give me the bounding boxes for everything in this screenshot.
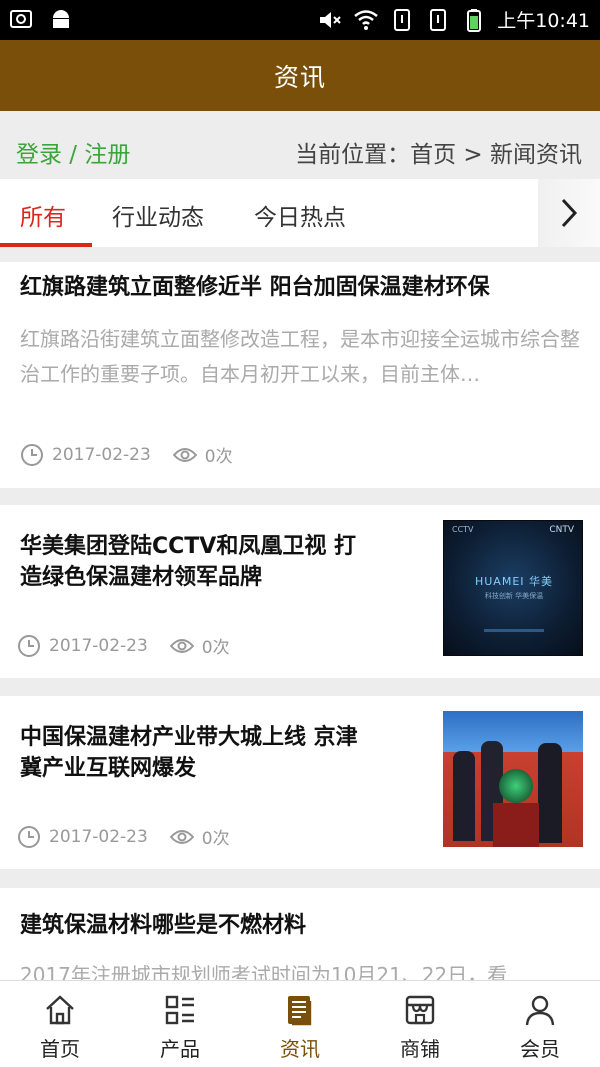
clock: 上午10:41 (497, 10, 590, 32)
active-tab-indicator (0, 243, 92, 247)
article-card[interactable]: 红旗路建筑立面整修近半 阳台加固保温建材环保 红旗路沿街建筑立面整修改造工程，是… (0, 262, 600, 488)
document-icon (288, 996, 312, 1026)
android-icon (53, 10, 69, 28)
battery-icon (467, 8, 482, 32)
screenshot-icon (10, 10, 32, 28)
article-summary: 2017年注册城市规划师考试时间为10月21、22日，看 (20, 963, 508, 980)
breadcrumb: 当前位置：首页 > 新闻资讯 (295, 142, 582, 168)
article-views: 0次 (201, 829, 230, 849)
sim1-icon (394, 8, 411, 31)
nav-store[interactable]: 商铺 (360, 981, 480, 1067)
article-meta: 2017-02-23 0次 (20, 442, 233, 467)
bottom-nav: 首页 产品 资讯 商铺 会员 (0, 980, 600, 1067)
tab-all[interactable]: 所有 (20, 198, 66, 232)
clock-icon (18, 634, 40, 657)
article-views: 0次 (204, 447, 233, 467)
user-icon (525, 995, 555, 1026)
article-card[interactable]: 建筑保温材料哪些是不燃材料 2017年注册城市规划师考试时间为10月21、22日… (0, 888, 600, 980)
clock-icon (18, 825, 40, 848)
article-views: 0次 (201, 638, 230, 658)
status-bar: 上午10:41 (0, 0, 600, 40)
home-icon (46, 995, 74, 1025)
article-title: 红旗路建筑立面整修近半 阳台加固保温建材环保 (20, 275, 490, 300)
category-tabs: 所有 行业动态 今日热点 (0, 179, 600, 247)
article-summary: 红旗路沿街建筑立面整修改造工程，是本市迎接全运城市综合整治工作的重要子项。自本月… (20, 327, 580, 386)
eye-icon (172, 447, 197, 462)
chevron-right-icon (561, 198, 578, 228)
article-card[interactable]: 中国保温建材产业带大城上线 京津 冀产业互联网爆发 2017-02-23 0次 (0, 696, 600, 869)
article-card[interactable]: 华美集团登陆CCTV和凤凰卫视 打 造绿色保温建材领军品牌 2017-02-23… (0, 505, 600, 678)
page-title: 资讯 (273, 62, 326, 92)
article-meta: 2017-02-23 0次 (17, 633, 230, 658)
nav-member[interactable]: 会员 (480, 981, 600, 1067)
app-header: 资讯 (0, 40, 600, 111)
eye-icon (169, 829, 194, 844)
article-date: 2017-02-23 (49, 635, 148, 656)
breadcrumb-bar: 登录 / 注册 当前位置：首页 > 新闻资讯 (0, 111, 600, 179)
article-thumbnail: CCTV CNTV HUAMEI 华美 科技创新 华美保温 (443, 520, 583, 656)
article-title: 中国保温建材产业带大城上线 京津 冀产业互联网爆发 (20, 725, 358, 781)
tab-today-hot[interactable]: 今日热点 (254, 198, 346, 232)
article-title: 建筑保温材料哪些是不燃材料 (20, 913, 307, 938)
eye-icon (169, 638, 194, 653)
article-meta: 2017-02-23 0次 (17, 824, 230, 849)
tab-industry-news[interactable]: 行业动态 (112, 198, 204, 232)
article-date: 2017-02-23 (49, 826, 148, 847)
nav-news[interactable]: 资讯 (240, 981, 360, 1067)
sim2-icon (430, 8, 447, 31)
article-date: 2017-02-23 (52, 444, 151, 465)
clock-icon (21, 443, 43, 466)
wifi-icon (354, 9, 379, 30)
nav-home[interactable]: 首页 (0, 981, 120, 1067)
store-icon (405, 995, 435, 1025)
mute-icon (320, 11, 341, 28)
tabs-scroll-right-button[interactable] (538, 179, 600, 247)
nav-products[interactable]: 产品 (120, 981, 240, 1067)
grid-list-icon (165, 995, 194, 1025)
article-title: 华美集团登陆CCTV和凤凰卫视 打 造绿色保温建材领军品牌 (20, 534, 356, 590)
login-register-link[interactable]: 登录 / 注册 (16, 135, 130, 169)
article-thumbnail (443, 711, 583, 847)
